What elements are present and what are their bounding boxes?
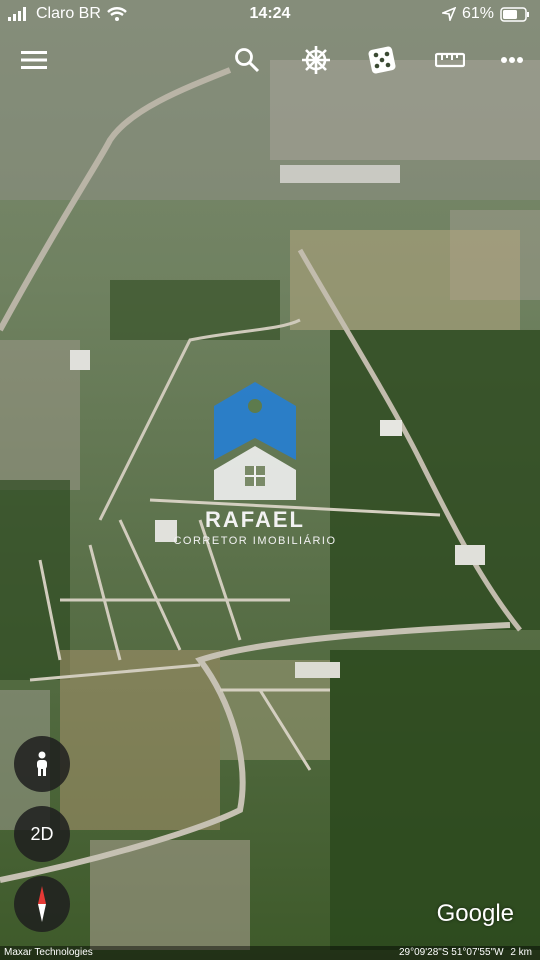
pegman-icon	[37, 751, 47, 776]
location-arrow-icon	[441, 7, 456, 21]
watermark-name: RAFAEL	[205, 507, 305, 532]
battery-percent: 61%	[461, 5, 494, 22]
measure-button[interactable]	[428, 40, 472, 80]
more-icon	[501, 57, 523, 63]
coordinates-scale: 29°09'28"S 51°07'55"W 2 km	[399, 947, 532, 958]
battery-icon	[500, 6, 529, 22]
search-button[interactable]	[225, 40, 269, 80]
ruler-icon	[435, 52, 465, 68]
scale-readout: 2 km	[510, 947, 532, 958]
compass-button[interactable]	[14, 876, 70, 932]
menu-button[interactable]	[12, 40, 56, 80]
voyager-button[interactable]	[294, 40, 338, 80]
voyager-wheel-icon	[302, 46, 330, 74]
dice-icon	[368, 46, 396, 74]
top-toolbar	[0, 40, 540, 80]
menu-icon	[21, 51, 47, 69]
house-location-icon	[214, 382, 296, 500]
toggle-2d-button[interactable]: 2D	[14, 806, 70, 862]
coordinates-readout: 29°09'28"S 51°07'55"W	[399, 947, 504, 958]
toggle-2d-label: 2D	[30, 823, 54, 844]
attribution-bar: Maxar Technologies 29°09'28"S 51°07'55"W…	[0, 946, 540, 960]
feeling-lucky-button[interactable]	[360, 40, 404, 80]
google-logo: Google	[436, 900, 514, 927]
status-right: 61%	[441, 5, 530, 23]
compass-icon	[38, 886, 46, 922]
street-view-button[interactable]	[14, 736, 70, 792]
search-icon	[235, 48, 260, 73]
watermark-logo: RAFAEL CORRETOR IMOBILIÁRIO	[160, 380, 350, 560]
watermark-subtitle: CORRETOR IMOBILIÁRIO	[173, 535, 337, 547]
more-button[interactable]	[490, 40, 534, 80]
status-bar: Claro BR 14:24 61%	[0, 0, 540, 30]
imagery-attribution: Maxar Technologies	[4, 947, 93, 958]
